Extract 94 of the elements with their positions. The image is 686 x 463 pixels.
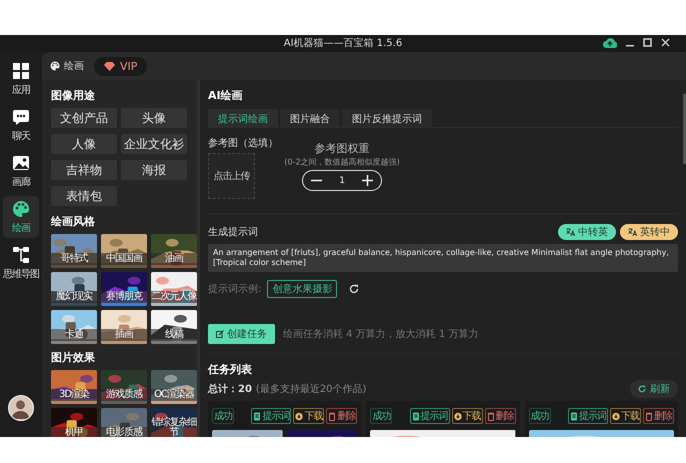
thumbnail-label: 错综复杂细节 [151, 417, 197, 437]
create-task-button[interactable]: 创建任务 [208, 324, 275, 344]
field-label: 生成提示词 [208, 226, 258, 239]
chat-icon [12, 108, 30, 126]
thumbnail-label: 油画 [151, 253, 197, 265]
translate-icon [628, 228, 637, 236]
refresh-button[interactable]: 刷新 [630, 380, 678, 398]
download-button[interactable]: 下载 [452, 408, 483, 424]
translate-button[interactable]: 中转英 [558, 224, 616, 240]
thumbnail-label: 中国国画 [101, 253, 147, 265]
cost-note: 绘画任务消耗 4 万算力，放大消耗 1 万算力 [283, 328, 478, 341]
prompt-icon [253, 412, 262, 420]
thumbnail-label: 机甲 [51, 427, 97, 437]
download-button[interactable]: 下载 [610, 408, 641, 424]
purpose-option[interactable]: 吉祥物 [51, 160, 117, 180]
field-label: 参考图（选填） [208, 136, 278, 150]
translate-button[interactable]: 英转中 [620, 224, 678, 240]
purpose-option[interactable]: 表情包 [51, 186, 117, 206]
purpose-option[interactable]: 人像 [51, 134, 117, 154]
weight-hint: (0-2之间，数值越高相似度越强) [284, 156, 400, 168]
window-title: AI机器猫——百宝箱 1.5.6 [284, 36, 402, 51]
prompt-button[interactable]: 提示词 [410, 408, 450, 424]
stepper-value: 1 [339, 176, 345, 186]
status-badge: 成功 [528, 408, 551, 424]
thumbnail-label: 赛博朋克 [101, 291, 147, 303]
mindmap-icon [12, 246, 30, 264]
nav-item[interactable]: 聊天 [3, 104, 39, 146]
page-title: AI绘画 [208, 88, 244, 103]
nav-item[interactable]: 应用 [3, 58, 39, 100]
edit-icon [216, 330, 224, 338]
prompt-field[interactable]: An arrangement of [friuts], graceful balance, hispanicore, collage-like, creative Minimalist flat angle photography, [Tropical color scheme] [208, 244, 678, 272]
plus-icon [362, 175, 374, 186]
delete-icon [328, 412, 336, 420]
weight-stepper[interactable]: 1 [302, 170, 382, 191]
task-total: 总计：20 [208, 382, 252, 396]
download-icon [612, 412, 620, 420]
cloud-upload-icon[interactable] [603, 37, 617, 48]
section-title: 图像用途 [51, 88, 96, 103]
prompt-icon [570, 412, 578, 420]
mode-tab[interactable]: 图片融合 [280, 109, 340, 127]
prompt-button[interactable]: 提示词 [568, 408, 608, 424]
thumbnail-label: 3D渲染 [51, 389, 97, 401]
purpose-option[interactable]: 文创产品 [51, 108, 117, 128]
delete-button[interactable]: 删除 [326, 408, 358, 424]
download-icon [295, 412, 304, 420]
example-label: 提示词示例: [208, 283, 262, 296]
purpose-option[interactable]: 海报 [121, 160, 187, 180]
task-note: (最多支持最近20个作品) [256, 382, 366, 396]
thumbnail-label: 魔幻现实 [51, 291, 97, 303]
thumbnail-label: 线稿 [151, 329, 197, 341]
upload-box[interactable]: 点击上传 [208, 153, 255, 199]
section-title: 任务列表 [208, 362, 253, 377]
thumbnail-label: 插画 [101, 329, 147, 341]
purpose-option[interactable]: 企业文化衫 [121, 134, 187, 154]
thumbnail-label: 游戏质感 [101, 389, 147, 401]
status-badge: 成功 [212, 408, 234, 424]
download-icon [454, 412, 462, 420]
refresh-icon[interactable] [349, 284, 360, 294]
palette-icon [50, 61, 60, 71]
image-icon [12, 154, 30, 172]
vip-badge[interactable]: VIP [94, 56, 148, 76]
section-title: 绘画风格 [51, 214, 96, 229]
thumbnail-label: 电影质感 [101, 427, 147, 437]
weight-title: 参考图权重 [314, 141, 370, 156]
mode-tab[interactable]: 图片反推提示词 [342, 109, 432, 127]
delete-button[interactable]: 删除 [642, 408, 674, 424]
status-badge: 成功 [370, 408, 392, 424]
maximize-icon[interactable] [643, 38, 652, 47]
translate-icon [566, 228, 575, 236]
nav-item[interactable]: 画廊 [3, 150, 39, 192]
plus-button[interactable] [362, 175, 374, 186]
delete-button[interactable]: 删除 [484, 408, 516, 424]
example-chip[interactable]: 创意水果摄影 [267, 280, 338, 298]
thumbnail-label: 二次元人像 [151, 291, 197, 303]
app-tab[interactable]: 绘画 [48, 57, 86, 75]
nav-item[interactable]: 绘画 [3, 196, 39, 238]
diamond-icon [104, 62, 115, 70]
thumbnail-label: OC渲染器 [151, 389, 197, 401]
nav-item[interactable]: 思维导图 [3, 242, 39, 284]
close-icon[interactable] [661, 38, 670, 47]
grid-icon [12, 62, 30, 80]
palette-icon [12, 200, 30, 218]
prompt-button[interactable]: 提示词 [251, 408, 292, 424]
purpose-option[interactable]: 头像 [121, 108, 187, 128]
delete-icon [644, 412, 653, 420]
section-title: 图片效果 [51, 350, 96, 365]
thumbnail-label: 卡通 [51, 329, 97, 341]
prompt-icon [412, 412, 420, 420]
delete-icon [486, 412, 495, 420]
thumbnail-label: 哥特式 [51, 253, 97, 265]
download-button[interactable]: 下载 [293, 408, 324, 424]
refresh-icon [638, 385, 646, 393]
avatar[interactable] [8, 395, 34, 421]
mode-tab[interactable]: 提示词绘画 [208, 109, 278, 127]
